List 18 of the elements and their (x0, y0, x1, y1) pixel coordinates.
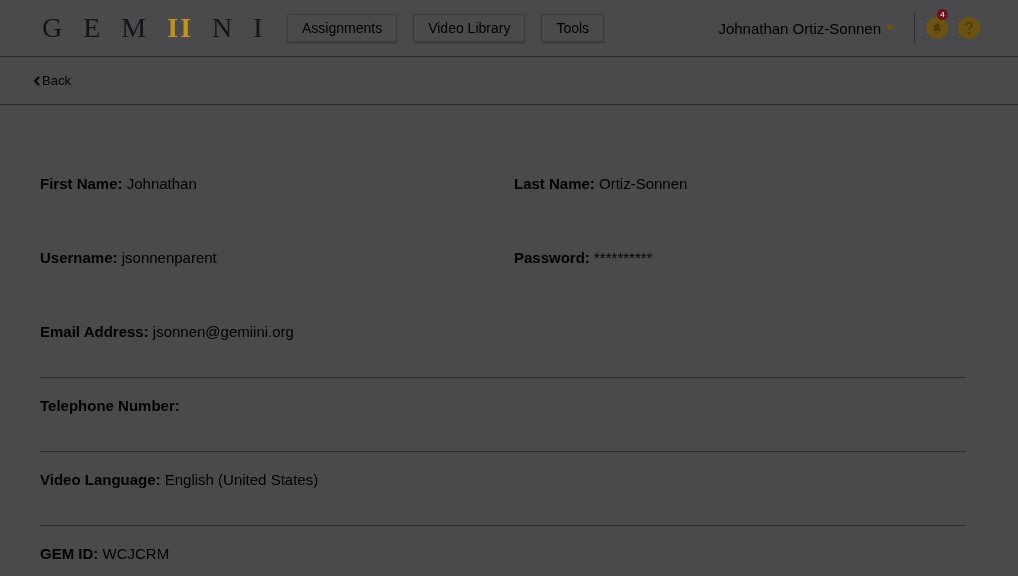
user-menu[interactable]: Johnathan Ortiz-Sonnen (718, 19, 895, 37)
profile-field: First Name: Johnathan (40, 175, 514, 192)
chevron-left-icon (33, 75, 40, 86)
profile-field: Last Name: Ortiz-Sonnen (514, 175, 966, 192)
help-icon[interactable] (958, 17, 980, 39)
notification-badge: 4 (937, 9, 948, 20)
back-link[interactable]: Back (33, 73, 71, 88)
nav-button[interactable]: Video Library (413, 14, 526, 42)
caret-icon (885, 25, 895, 31)
bell-icon[interactable] (926, 17, 948, 39)
nav-button[interactable]: Assignments (287, 14, 398, 42)
profile-field: GEM ID: WCJCRM (40, 545, 514, 562)
profile-field: Video Language: English (United States) (40, 471, 514, 488)
profile-field: Email Address: jsonnen@gemiini.org (40, 323, 514, 340)
profile-field: Password: ********** (514, 249, 966, 266)
profile-field: Username: jsonnenparent (40, 249, 514, 266)
profile-field: Telephone Number: (40, 397, 514, 414)
nav-button[interactable]: Tools (541, 14, 605, 42)
